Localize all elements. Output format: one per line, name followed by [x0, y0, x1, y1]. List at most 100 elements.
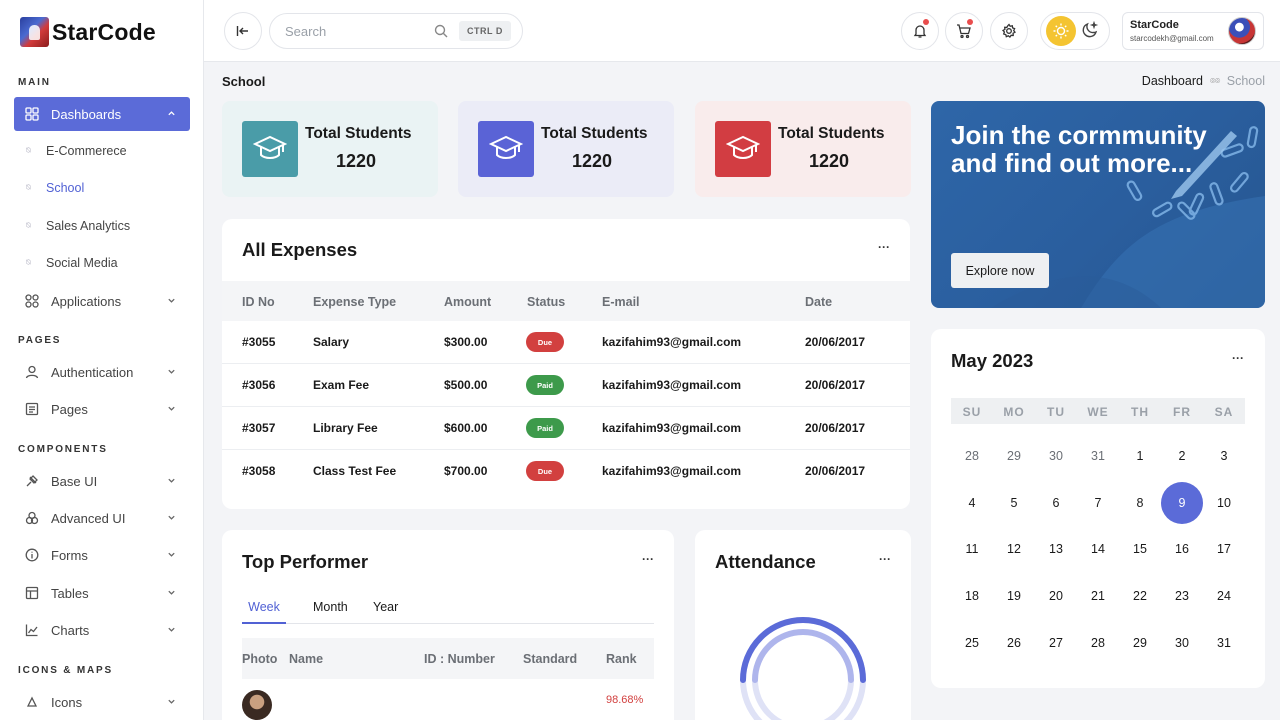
calendar-day[interactable]: 15 [1119, 528, 1161, 570]
calendar-day[interactable]: 20 [1035, 575, 1077, 617]
cell-date: 20/06/2017 [805, 378, 866, 392]
calendar-day[interactable]: 24 [1203, 575, 1245, 617]
sidebar-item-advanced-ui[interactable]: Advanced UI [14, 501, 190, 535]
calendar-day[interactable]: 7 [1077, 482, 1119, 524]
calendar-day[interactable]: 3 [1203, 435, 1245, 477]
sidebar-item-icons[interactable]: Icons [14, 685, 190, 719]
sidebar-item-forms[interactable]: Forms [14, 538, 190, 572]
calendar-day[interactable]: 19 [993, 575, 1035, 617]
calendar-day[interactable]: 6 [1035, 482, 1077, 524]
search-box[interactable]: CTRL D [269, 13, 523, 49]
calendar-day[interactable]: 8 [1119, 482, 1161, 524]
stat-icon-box [715, 121, 771, 177]
cell-amount: $500.00 [444, 378, 488, 392]
sidebar-item-label: Icons [51, 694, 83, 710]
theme-toggle[interactable] [1040, 12, 1110, 50]
search-input[interactable] [285, 23, 425, 39]
sidebar-item-label: Applications [51, 293, 122, 309]
sidebar-subitem-social-media[interactable]: ⍉ Social Media [14, 248, 190, 278]
table-row[interactable]: 98.68% [242, 690, 654, 720]
light-mode-button[interactable] [1046, 16, 1076, 46]
calendar-day[interactable]: 1 [1119, 435, 1161, 477]
calendar-day[interactable]: 14 [1077, 528, 1119, 570]
weekday-label: WE [1087, 405, 1109, 419]
sidebar-item-authentication[interactable]: Authentication [14, 355, 190, 389]
calendar-day[interactable]: 23 [1161, 575, 1203, 617]
search-icon[interactable] [434, 24, 448, 38]
sidebar-item-base-ui[interactable]: Base UI [14, 464, 190, 498]
calendar-day[interactable]: 11 [951, 528, 993, 570]
sun-icon [1053, 23, 1069, 39]
status-badge: Due [526, 461, 564, 481]
card-title: All Expenses [242, 239, 358, 260]
cell-amount: $600.00 [444, 421, 488, 435]
user-email: starcodekh@gmail.com [1130, 34, 1214, 43]
calendar-day[interactable]: 10 [1203, 482, 1245, 524]
table-row[interactable]: #3058 Class Test Fee $700.00 Due kazifah… [222, 450, 910, 493]
stat-card: Total Students 1220 [695, 101, 911, 197]
calendar-day[interactable]: 13 [1035, 528, 1077, 570]
collapse-left-icon [236, 26, 248, 36]
table-row[interactable]: #3055 Salary $300.00 Due kazifahim93@gma… [222, 321, 910, 364]
user-menu[interactable]: StarCode starcodekh@gmail.com [1122, 12, 1264, 50]
sidebar-item-dashboards[interactable]: Dashboards [14, 97, 190, 131]
breadcrumb-school: School [1226, 74, 1265, 88]
collapse-sidebar-button[interactable] [224, 12, 262, 50]
calendar-day[interactable]: 17 [1203, 528, 1245, 570]
calendar-day[interactable]: 30 [1161, 622, 1203, 664]
sidebar-item-applications[interactable]: Applications [14, 284, 190, 318]
calendar-day[interactable]: 22 [1119, 575, 1161, 617]
moon-icon[interactable] [1081, 21, 1099, 39]
cell-id: #3058 [242, 464, 276, 478]
cart-button[interactable] [945, 12, 983, 50]
calendar-day[interactable]: 29 [993, 435, 1035, 477]
calendar-day[interactable]: 16 [1161, 528, 1203, 570]
calendar-day[interactable]: 28 [951, 435, 993, 477]
sidebar-subitem-sales-analytics[interactable]: ⍉ Sales Analytics [14, 211, 190, 241]
column-header: Amount [444, 295, 492, 309]
attendance-radial-chart [740, 617, 866, 720]
breadcrumb-dashboard[interactable]: Dashboard [1142, 74, 1203, 88]
settings-button[interactable] [990, 12, 1028, 50]
calendar-day[interactable]: 18 [951, 575, 993, 617]
tab-year[interactable]: Year [373, 600, 398, 624]
calendar-day[interactable]: 21 [1077, 575, 1119, 617]
more-options-icon[interactable]: ··· [879, 552, 891, 566]
calendar-day[interactable]: 31 [1203, 622, 1245, 664]
cell-date: 20/06/2017 [805, 421, 866, 435]
sidebar-item-tables[interactable]: Tables [14, 576, 190, 610]
sidebar-item-charts[interactable]: Charts [14, 613, 190, 647]
sidebar-subitem-school[interactable]: ⍉ School [14, 173, 190, 203]
stat-icon-box [242, 121, 298, 177]
brand-logo[interactable]: StarCode [20, 16, 156, 48]
calendar-day[interactable]: 12 [993, 528, 1035, 570]
table-row[interactable]: #3056 Exam Fee $500.00 Paid kazifahim93@… [222, 364, 910, 407]
more-options-icon[interactable]: ··· [642, 552, 654, 566]
more-options-icon[interactable]: ··· [878, 240, 890, 254]
card-title: Attendance [715, 551, 816, 572]
table-row[interactable]: #3057 Library Fee $600.00 Paid kazifahim… [222, 407, 910, 450]
calendar-day[interactable]: 25 [951, 622, 993, 664]
calendar-day[interactable]: 28 [1077, 622, 1119, 664]
calendar-day[interactable]: 30 [1035, 435, 1077, 477]
tab-month[interactable]: Month [313, 600, 348, 624]
notifications-button[interactable] [901, 12, 939, 50]
shapes-icon [25, 511, 39, 525]
calendar-day[interactable]: 26 [993, 622, 1035, 664]
calendar-day[interactable]: 27 [1035, 622, 1077, 664]
sidebar-subitem-ecommerce[interactable]: ⍉ E-Commerece [14, 136, 190, 166]
info-circle-icon [25, 548, 39, 562]
more-options-icon[interactable]: ··· [1232, 351, 1244, 365]
explore-now-button[interactable]: Explore now [951, 253, 1049, 288]
tab-week[interactable]: Week [242, 600, 286, 624]
calendar-day[interactable]: 31 [1077, 435, 1119, 477]
sidebar-item-label: Charts [51, 622, 90, 638]
stat-label: Total Students [541, 125, 648, 142]
sidebar-item-pages[interactable]: Pages [14, 392, 190, 426]
calendar-day[interactable]: 5 [993, 482, 1035, 524]
stat-value: 1220 [336, 151, 377, 171]
calendar-day[interactable]: 29 [1119, 622, 1161, 664]
calendar-day[interactable]: 2 [1161, 435, 1203, 477]
calendar-day[interactable]: 4 [951, 482, 993, 524]
calendar-day[interactable]: 9 [1161, 481, 1203, 524]
